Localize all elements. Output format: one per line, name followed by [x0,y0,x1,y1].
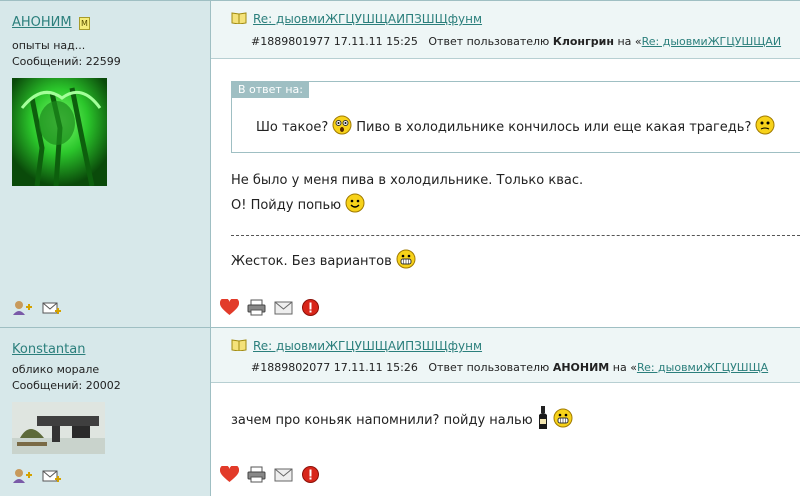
grin-smiley-icon [553,408,573,432]
moderator-badge: M [79,17,90,30]
reply-user: АНОНИМ [552,361,610,374]
post-2-text-content: зачем про коньяк напомнили? пойду налью [231,412,533,428]
quote-text-a: Шо такое? [256,119,329,135]
quote-text: Шо такое? Пиво в холодильнике кончилось … [256,115,775,139]
author-name-link[interactable]: АНОНИМ [12,15,72,30]
print-icon[interactable] [247,299,266,319]
post-2-actions [219,464,320,486]
smile-icon [345,193,365,217]
post-2-text: зачем про коньяк напомнили? пойду налью [231,406,573,434]
post-id-time: #1889801977 17.11.11 15:25 [251,35,418,48]
post-1-line-2-text: О! Пойду попью [231,197,342,213]
add-friend-icon[interactable] [12,300,32,319]
reply-user: Клонгрин [552,35,614,48]
post-1-header: Re: дыовмиЖГЦУШЩАИПЗШЩфунм #1889801977 1… [211,1,800,59]
quote-label: В ответ на: [232,81,309,98]
author-avatar [12,402,105,454]
post-2-author-panel: Konstantan облико морале Сообщений: 2000… [0,328,211,496]
add-friend-icon[interactable] [12,468,32,487]
author-status: опыты над... [12,39,86,52]
quote-text-b: Пиво в холодильнике кончилось или еще ка… [356,119,752,135]
reply-prefix: Ответ пользователю [428,361,550,374]
post-1-topic: Re: дыовмиЖГЦУШЩАИПЗШЩфунм [231,11,482,27]
post-1-author-panel: АНОНИМ M опыты над... Сообщений: 22599 [0,1,211,327]
reply-on: на « [612,361,637,374]
open-book-icon [231,11,247,27]
quote-block: В ответ на: Шо такое? Пиво в холодильник… [231,81,800,153]
mail-icon[interactable] [274,299,293,319]
post-1-line-1-text: Не было у меня пива в холодильнике. Толь… [231,173,584,188]
post-2-header: Re: дыовмиЖГЦУШЩАИПЗШЩфунм #1889802077 1… [211,328,800,383]
mail-icon[interactable] [274,466,293,486]
author-name-link[interactable]: Konstantan [12,342,85,357]
post-1: АНОНИМ M опыты над... Сообщений: 22599 R… [0,0,800,327]
heart-icon[interactable] [219,297,240,319]
author-actions [12,468,62,487]
post-2: Konstantan облико морале Сообщений: 2000… [0,327,800,496]
open-book-icon [231,338,247,354]
reply-link[interactable]: Re: дыовмиЖГЦУШЩАИ [642,35,781,48]
shocked-smiley-icon [332,115,352,139]
signature-separator [231,235,800,236]
post-id-time: #1889802077 17.11.11 15:26 [251,361,418,374]
heart-icon[interactable] [219,464,240,486]
send-message-icon[interactable] [42,468,62,487]
report-icon[interactable] [301,466,320,486]
post-1-content: Re: дыовмиЖГЦУШЩАИПЗШЩфунм #1889801977 1… [211,1,800,327]
signature: Жесток. Без вариантов [231,249,416,273]
post-2-meta: #1889802077 17.11.11 15:26 Ответ пользов… [251,361,768,374]
post-2-content: Re: дыовмиЖГЦУШЩАИПЗШЩфунм #1889802077 1… [211,328,800,496]
post-2-topic: Re: дыовмиЖГЦУШЩАИПЗШЩфунм [231,338,482,354]
post-1-line-1: Не было у меня пива в холодильнике. Толь… [231,173,583,188]
report-icon[interactable] [301,299,320,319]
reply-link[interactable]: Re: дыовмиЖГЦУШЩА [637,361,768,374]
post-1-actions [219,297,320,319]
author-status: облико морале [12,363,100,376]
signature-text: Жесток. Без вариантов [231,253,392,269]
author-actions [12,300,62,319]
bottle-icon [537,406,549,434]
author-message-count: Сообщений: 22599 [12,55,121,68]
print-icon[interactable] [247,466,266,486]
post-1-meta: #1889801977 17.11.11 15:25 Ответ пользов… [251,35,781,48]
topic-title-link[interactable]: Re: дыовмиЖГЦУШЩАИПЗШЩфунм [253,339,482,353]
author-avatar [12,78,107,186]
reply-on: на « [617,35,642,48]
post-1-line-2: О! Пойду попью [231,193,365,217]
grin-smiley-icon [396,249,416,273]
author-message-count: Сообщений: 20002 [12,379,121,392]
topic-title-link[interactable]: Re: дыовмиЖГЦУШЩАИПЗШЩфунм [253,12,482,26]
confused-smiley-icon [755,115,775,139]
send-message-icon[interactable] [42,300,62,319]
reply-prefix: Ответ пользователю [428,35,550,48]
